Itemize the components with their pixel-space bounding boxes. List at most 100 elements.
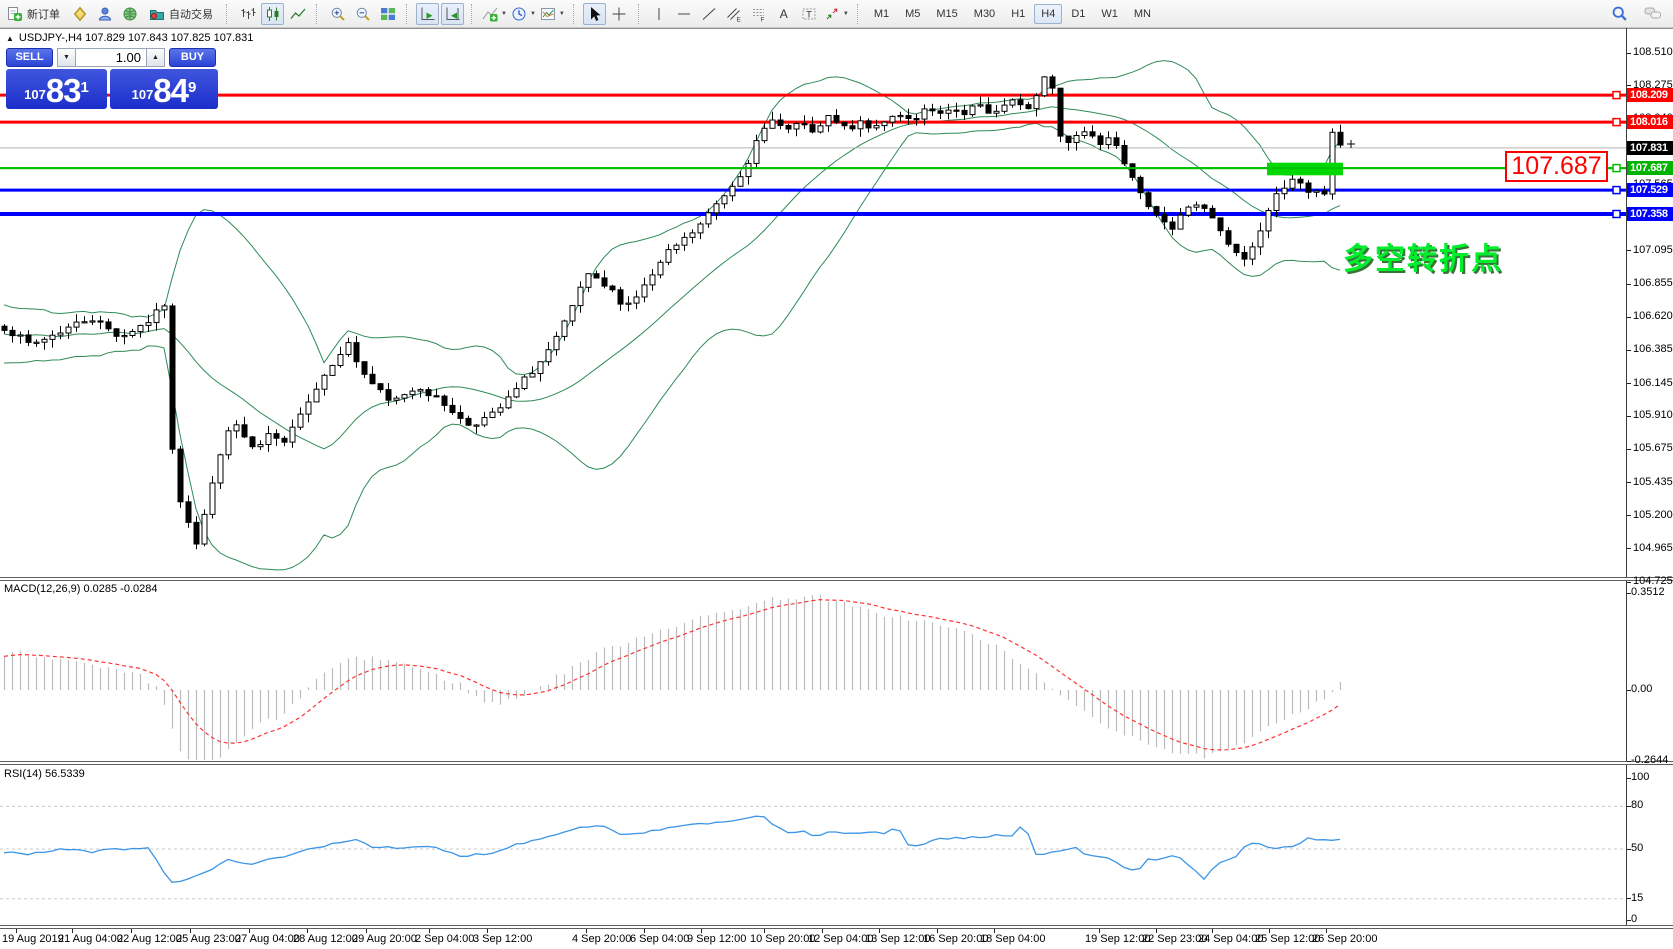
toolbar-separator (406, 4, 411, 24)
price-callout-box[interactable]: 107.687 (1505, 151, 1608, 182)
svg-text:E: E (737, 16, 742, 22)
pivot-annotation-text[interactable]: 多空转折点 (1343, 234, 1503, 278)
timeframe-d1-button[interactable]: D1 (1064, 4, 1092, 24)
crosshair-tool-button[interactable] (608, 3, 631, 25)
templates-button[interactable]: ▼ (539, 3, 566, 25)
time-axis-label: 10 Sep 20:00 (750, 933, 815, 945)
macd-axis-tick: 0.00 (1631, 683, 1652, 695)
symbol-title: USDJPY-,H4 107.829 107.843 107.825 107.8… (19, 32, 253, 44)
tile-windows-button[interactable] (376, 3, 399, 25)
chat-button[interactable] (1641, 2, 1664, 24)
bar-chart-button[interactable] (236, 3, 259, 25)
bar-chart-icon (240, 6, 256, 22)
time-axis-border (0, 925, 1673, 929)
chart-shift-button[interactable] (441, 3, 464, 25)
templates-icon (540, 6, 556, 22)
data-window-button[interactable] (93, 3, 116, 25)
macd-pane-separator[interactable] (0, 577, 1673, 581)
volume-decrease-button[interactable]: ▼ (57, 48, 76, 67)
sell-price-quote[interactable]: 107831 (6, 69, 107, 109)
time-axis-label: 3 Sep 12:00 (473, 933, 532, 945)
new-order-label: 新订单 (27, 6, 60, 22)
price-axis-tick: 105.200 (1633, 509, 1673, 521)
chevron-down-icon: ▼ (559, 11, 565, 17)
fibonacci-tool-button[interactable]: F (748, 3, 771, 25)
timeframe-m30-button[interactable]: M30 (967, 4, 1002, 24)
toolbar-right-group (1607, 2, 1665, 24)
buy-price-quote[interactable]: 107849 (110, 69, 218, 109)
chevron-down-icon: ▼ (530, 11, 536, 17)
time-axis-label: 27 Aug 04:00 (235, 933, 300, 945)
text-tool-icon: A (776, 6, 792, 22)
cursor-tool-button[interactable] (583, 3, 606, 25)
autotrading-icon (149, 6, 165, 22)
price-badge: 107.529 (1627, 183, 1673, 197)
volume-input[interactable] (76, 48, 146, 67)
time-axis-label: 22 Aug 12:00 (117, 933, 182, 945)
auto-scroll-button[interactable] (416, 3, 439, 25)
arrows-tool-button[interactable]: ▼ (823, 3, 850, 25)
navigator-icon (122, 6, 138, 22)
tile-windows-icon (380, 6, 396, 22)
price-axis-tick: 106.620 (1633, 310, 1673, 322)
buy-price-sup: 9 (188, 71, 196, 105)
autotrading-button[interactable]: 自动交易 (143, 3, 219, 25)
horizontal-line-tool-button[interactable] (673, 3, 696, 25)
vertical-line-tool-button[interactable] (648, 3, 671, 25)
chart-canvas[interactable] (0, 0, 1673, 949)
crosshair-icon (611, 6, 627, 22)
rsi-axis-tick: 0 (1631, 913, 1637, 925)
price-axis-tick: 104.965 (1633, 542, 1673, 554)
volume-increase-button[interactable]: ▲ (146, 48, 165, 67)
one-click-trade-panel: SELL ▼ ▲ BUY 107831 107849 (6, 47, 221, 109)
search-button[interactable] (1608, 2, 1631, 24)
line-chart-button[interactable] (286, 3, 309, 25)
zoom-in-button[interactable] (326, 3, 349, 25)
candlestick-chart-button[interactable] (261, 3, 284, 25)
timeframe-w1-button[interactable]: W1 (1094, 4, 1125, 24)
indicators-button[interactable]: ▼ (481, 3, 508, 25)
autotrading-label: 自动交易 (169, 6, 213, 22)
price-axis-tick: 106.145 (1633, 377, 1673, 389)
label-tool-button[interactable]: T (798, 3, 821, 25)
time-axis-label: 29 Aug 20:00 (352, 933, 417, 945)
timeframe-m5-button[interactable]: M5 (898, 4, 927, 24)
sell-button[interactable]: SELL (6, 48, 53, 67)
timeframe-toolbar: M1M5M15M30H1H4D1W1MN (866, 4, 1159, 24)
svg-text:T: T (807, 9, 813, 19)
price-badge: 107.358 (1627, 207, 1673, 221)
periods-button[interactable]: ▼ (510, 3, 537, 25)
price-axis-tick: 106.855 (1633, 277, 1673, 289)
timeframe-h1-button[interactable]: H1 (1004, 4, 1032, 24)
channel-tool-button[interactable]: E (723, 3, 746, 25)
price-axis-tick: 108.510 (1633, 46, 1673, 58)
timeframe-m1-button[interactable]: M1 (867, 4, 896, 24)
timeframe-h4-button[interactable]: H4 (1034, 4, 1062, 24)
time-axis-label: 28 Aug 12:00 (293, 933, 358, 945)
trendline-tool-button[interactable] (698, 3, 721, 25)
price-badge: 107.831 (1627, 141, 1673, 155)
price-axis-tickmark (1627, 515, 1631, 516)
zoom-out-button[interactable] (351, 3, 374, 25)
auto-scroll-icon (420, 6, 436, 22)
sell-price-big: 83 (46, 76, 81, 106)
price-axis-tick: 107.095 (1633, 244, 1673, 256)
text-tool-button[interactable]: A (773, 3, 796, 25)
market-watch-button[interactable] (68, 3, 91, 25)
timeframe-mn-button[interactable]: MN (1127, 4, 1158, 24)
equidistant-channel-icon: E (726, 6, 742, 22)
new-order-button[interactable]: 新订单 (1, 3, 66, 25)
buy-button[interactable]: BUY (169, 48, 216, 67)
mt4-window: 新订单 自动交易 (0, 0, 1673, 949)
chevron-down-icon: ▼ (843, 11, 849, 17)
periods-icon (511, 6, 527, 22)
timeframe-m15-button[interactable]: M15 (929, 4, 964, 24)
macd-axis-tick: -0.2644 (1631, 754, 1668, 766)
search-icon (1611, 5, 1628, 22)
navigator-button[interactable] (118, 3, 141, 25)
price-axis-tickmark (1627, 250, 1631, 251)
rsi-pane-separator[interactable] (0, 761, 1673, 765)
price-axis-tickmark (1627, 317, 1631, 318)
chevron-down-icon: ▼ (501, 11, 507, 17)
time-axis-label: 25 Sep 12:00 (1255, 933, 1320, 945)
